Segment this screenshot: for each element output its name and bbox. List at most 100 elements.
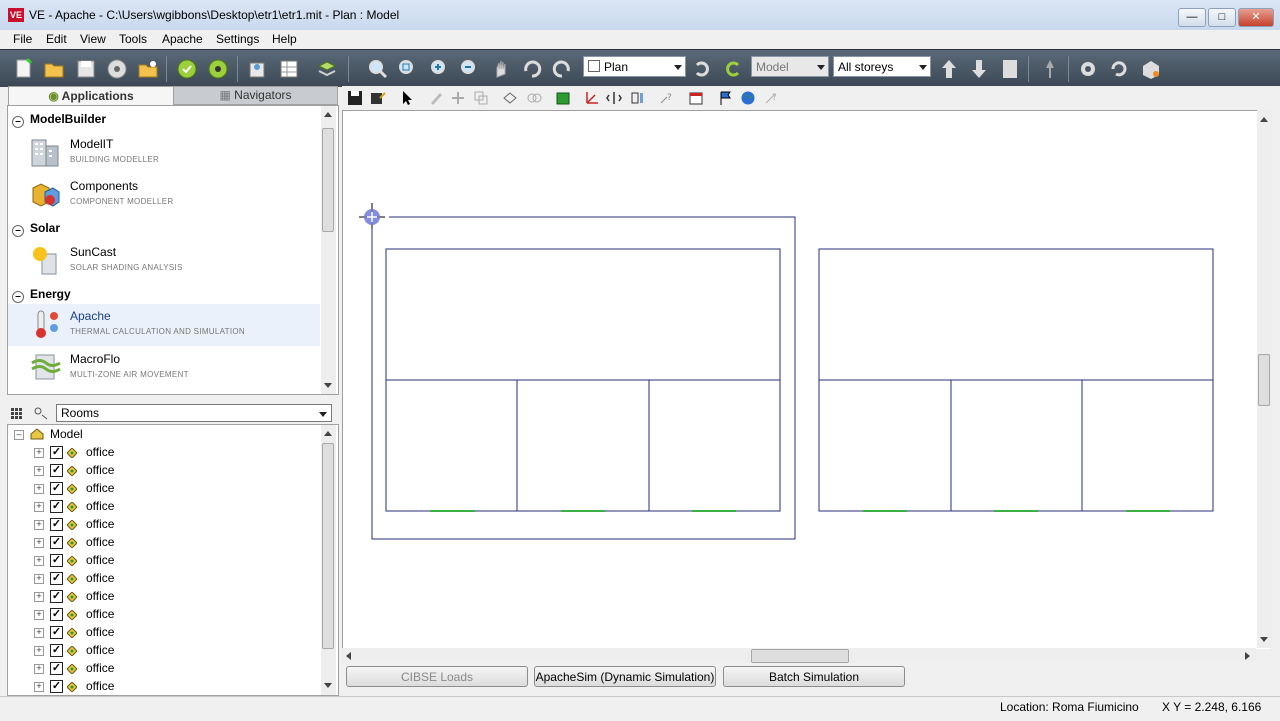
apps-icon[interactable] bbox=[175, 57, 199, 81]
disc-icon[interactable] bbox=[105, 57, 129, 81]
ungroup-icon[interactable] bbox=[526, 90, 542, 106]
menu-file[interactable]: File bbox=[13, 32, 32, 46]
tree-room-row[interactable]: + ✓ office bbox=[8, 659, 320, 677]
refresh-icon[interactable] bbox=[1107, 57, 1131, 81]
room-visibility-checkbox[interactable]: ✓ bbox=[50, 680, 63, 693]
scroll-thumb[interactable] bbox=[322, 443, 334, 649]
folder-star-icon[interactable] bbox=[136, 57, 160, 81]
tab-applications[interactable]: ◉ Applications bbox=[8, 86, 174, 105]
expand-icon[interactable]: + bbox=[34, 502, 44, 512]
storey-select[interactable]: All storeys bbox=[833, 56, 931, 77]
expand-icon[interactable]: + bbox=[34, 610, 44, 620]
apachesim-button[interactable]: ApacheSim (Dynamic Simulation) bbox=[534, 666, 716, 687]
tree-filter-icon[interactable] bbox=[33, 406, 49, 420]
model-settings-icon[interactable] bbox=[1139, 57, 1163, 81]
menu-tools[interactable]: Tools bbox=[119, 32, 147, 46]
new-file-icon[interactable] bbox=[12, 57, 36, 81]
view-select[interactable]: Plan bbox=[583, 56, 686, 77]
tree-room-row[interactable]: + ✓ office bbox=[8, 479, 320, 497]
rotate-right-icon[interactable] bbox=[721, 57, 745, 81]
move-icon[interactable] bbox=[450, 90, 466, 106]
tree-room-row[interactable]: + ✓ office bbox=[8, 515, 320, 533]
collapse-icon[interactable]: – bbox=[14, 430, 24, 440]
save-icon[interactable] bbox=[347, 90, 363, 106]
zoom-in-icon[interactable] bbox=[428, 57, 452, 81]
expand-icon[interactable]: + bbox=[34, 520, 44, 530]
tree-room-row[interactable]: + ✓ office bbox=[8, 533, 320, 551]
group-icon[interactable] bbox=[502, 90, 518, 106]
mode-select[interactable]: Model bbox=[751, 56, 829, 77]
tree-scrollbar[interactable] bbox=[321, 425, 336, 695]
navigator-filter-select[interactable]: Rooms bbox=[56, 404, 332, 422]
tree-room-row[interactable]: + ✓ office bbox=[8, 641, 320, 659]
expand-icon[interactable]: + bbox=[34, 538, 44, 548]
pan-hand-icon[interactable] bbox=[490, 57, 514, 81]
scroll-thumb[interactable] bbox=[751, 649, 849, 663]
expand-icon[interactable]: + bbox=[34, 682, 44, 692]
measure-icon[interactable]: ? bbox=[763, 90, 779, 106]
maximize-icon[interactable]: □ bbox=[1208, 8, 1236, 27]
tab-navigators[interactable]: ▦ Navigators bbox=[173, 86, 338, 105]
room-visibility-checkbox[interactable]: ✓ bbox=[50, 464, 63, 477]
menu-view[interactable]: View bbox=[80, 32, 106, 46]
room-visibility-checkbox[interactable]: ✓ bbox=[50, 536, 63, 549]
menu-edit[interactable]: Edit bbox=[46, 32, 67, 46]
pointer-icon[interactable] bbox=[399, 90, 415, 106]
room-visibility-checkbox[interactable]: ✓ bbox=[50, 500, 63, 513]
room-visibility-checkbox[interactable]: ✓ bbox=[50, 572, 63, 585]
redo-view-icon[interactable] bbox=[550, 57, 574, 81]
expand-icon[interactable]: + bbox=[34, 664, 44, 674]
tree-room-row[interactable]: + ✓ office bbox=[8, 443, 320, 461]
expand-icon[interactable]: + bbox=[34, 574, 44, 584]
page-icon[interactable] bbox=[998, 57, 1022, 81]
menu-apache[interactable]: Apache bbox=[162, 32, 203, 46]
scroll-down-icon[interactable] bbox=[324, 683, 332, 688]
tree-room-row[interactable]: + ✓ office bbox=[8, 605, 320, 623]
app-modelit[interactable]: ModelIT BUILDING MODELLER bbox=[8, 132, 320, 172]
expand-icon[interactable]: + bbox=[34, 466, 44, 476]
save-as-icon[interactable] bbox=[370, 90, 386, 106]
scroll-up-icon[interactable] bbox=[1260, 117, 1268, 122]
expand-icon[interactable]: + bbox=[34, 448, 44, 458]
tree-room-row[interactable]: + ✓ office bbox=[8, 551, 320, 569]
undo-view-icon[interactable] bbox=[520, 57, 544, 81]
app-macroflo[interactable]: MacroFlo MULTI-ZONE AIR MOVEMENT bbox=[8, 347, 320, 387]
group-solar[interactable]: – Solar bbox=[12, 221, 60, 237]
open-folder-icon[interactable] bbox=[42, 57, 66, 81]
scroll-thumb[interactable] bbox=[1258, 354, 1270, 406]
tree-root[interactable]: – Model bbox=[8, 425, 320, 443]
canvas-hscroll[interactable] bbox=[342, 648, 1256, 663]
scroll-down-icon[interactable] bbox=[1260, 637, 1268, 642]
room-visibility-checkbox[interactable]: ✓ bbox=[50, 608, 63, 621]
cibse-loads-button[interactable]: CIBSE Loads bbox=[346, 666, 528, 687]
close-icon[interactable]: ✕ bbox=[1238, 8, 1274, 27]
query-icon[interactable]: ? bbox=[658, 90, 674, 106]
canvas-vscroll[interactable] bbox=[1257, 110, 1272, 648]
expand-icon[interactable]: + bbox=[34, 592, 44, 602]
room-visibility-checkbox[interactable]: ✓ bbox=[50, 482, 63, 495]
axis-icon[interactable] bbox=[584, 90, 600, 106]
save-icon[interactable] bbox=[74, 57, 98, 81]
storey-down-icon[interactable] bbox=[967, 57, 991, 81]
group-energy[interactable]: – Energy bbox=[12, 287, 71, 303]
scroll-down-icon[interactable] bbox=[324, 383, 332, 388]
grid-table-icon[interactable] bbox=[277, 57, 301, 81]
app-suncast[interactable]: SunCast SOLAR SHADING ANALYSIS bbox=[8, 240, 320, 280]
tree-room-row[interactable]: + ✓ office bbox=[8, 677, 320, 695]
north-arrow-icon[interactable] bbox=[1038, 57, 1062, 81]
tree-room-row[interactable]: + ✓ office bbox=[8, 623, 320, 641]
room-visibility-checkbox[interactable]: ✓ bbox=[50, 446, 63, 459]
room-visibility-checkbox[interactable]: ✓ bbox=[50, 554, 63, 567]
scroll-right-icon[interactable] bbox=[1245, 652, 1250, 660]
green-block-icon[interactable] bbox=[555, 90, 571, 106]
grid-view-icon[interactable] bbox=[11, 407, 23, 419]
storey-up-icon[interactable] bbox=[937, 57, 961, 81]
batch-simulation-button[interactable]: Batch Simulation bbox=[723, 666, 905, 687]
calendar-icon[interactable] bbox=[688, 90, 704, 106]
room-visibility-checkbox[interactable]: ✓ bbox=[50, 626, 63, 639]
mirror-icon[interactable] bbox=[629, 90, 645, 106]
menu-settings[interactable]: Settings bbox=[216, 32, 259, 46]
building-view-icon[interactable] bbox=[245, 57, 269, 81]
layers-icon[interactable] bbox=[315, 57, 339, 81]
app-components[interactable]: Components COMPONENT MODELLER bbox=[8, 174, 320, 214]
